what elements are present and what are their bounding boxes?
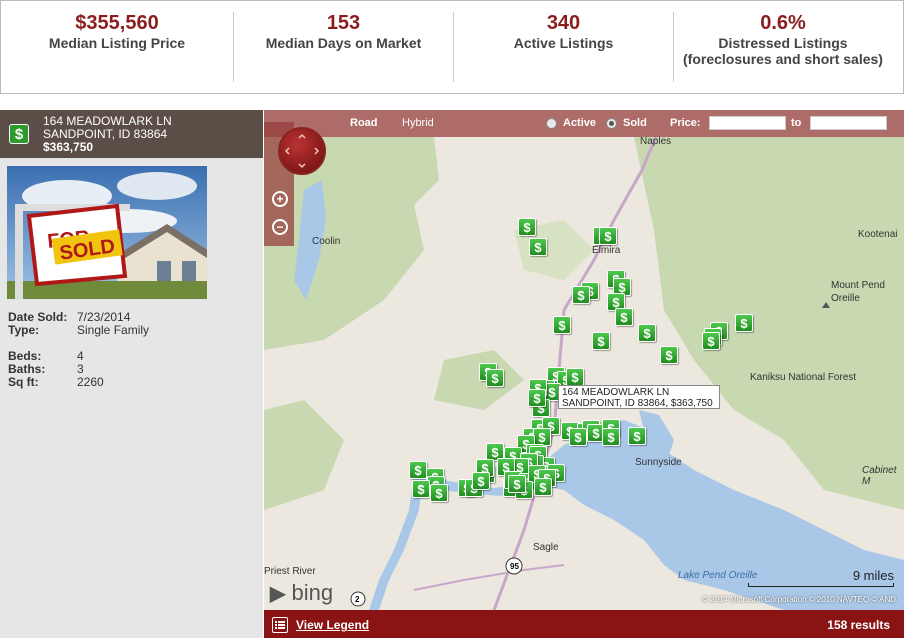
listing-pin-icon[interactable]: $ (572, 286, 590, 304)
price-max-input[interactable] (810, 116, 887, 130)
view-legend-link[interactable]: View Legend (296, 618, 369, 632)
place-sagle: Sagle (533, 542, 559, 553)
map-tooltip: 164 MEADOWLARK LN SANDPOINT, ID 83864, $… (558, 385, 720, 409)
listing-pin-icon[interactable]: $ (702, 332, 720, 350)
highway-95-shield: 95 (510, 562, 519, 571)
listing-pin-icon[interactable]: $ (508, 475, 526, 493)
stat-label: Distressed Listings (foreclosures and sh… (683, 35, 883, 67)
place-elmira: Elmira (592, 245, 621, 256)
listing-pin-icon[interactable]: $ (599, 227, 617, 245)
radio-sold-label: Sold (623, 117, 647, 129)
detail-key-type: Type: (8, 323, 40, 337)
listing-pin-icon[interactable]: $ (602, 428, 620, 446)
detail-value-date-sold: 7/23/2014 (77, 310, 131, 324)
detail-key-sqft: Sq ft: (8, 375, 39, 389)
radio-active-label: Active (563, 117, 597, 129)
divider (673, 12, 674, 82)
detail-value-sqft: 2260 (77, 375, 104, 389)
stat-value: 340 (546, 12, 581, 34)
price-min-input[interactable] (709, 116, 786, 130)
pan-arrows-icon (284, 133, 320, 169)
stat-median-days: 153 Median Days on Market (234, 1, 453, 95)
listing-pin-icon[interactable]: $ (638, 324, 656, 342)
map-copyright: © 2014 Microsoft Corporation © 2010 NAVT… (701, 595, 896, 604)
detail-value-beds: 4 (77, 349, 84, 363)
radio-active[interactable] (546, 118, 557, 129)
property-photo[interactable]: FOR SOLD (7, 166, 207, 299)
map-toolbar: Road Hybrid Active Sold Price: to (264, 110, 904, 137)
radio-sold[interactable] (606, 118, 617, 129)
listing-pin-icon[interactable]: $ (660, 346, 678, 364)
listing-pin-icon[interactable]: $ (412, 480, 430, 498)
pan-control[interactable] (278, 127, 326, 175)
detail-key-beds: Beds: (8, 349, 42, 363)
bing-logo: ▶ bing (270, 580, 333, 606)
listing-pin-icon[interactable]: $ (518, 218, 536, 236)
bing-b-icon: ▶ (270, 583, 286, 605)
legend-list-icon[interactable] (272, 617, 288, 633)
listing-pin-icon[interactable]: $ (528, 389, 546, 407)
zoom-in-icon[interactable]: + (272, 191, 288, 207)
stat-value: 0.6% (760, 12, 806, 34)
stat-label: Median Days on Market (265, 35, 422, 51)
stats-bar: $355,560 Median Listing Price 153 Median… (0, 0, 904, 94)
detail-key-date-sold: Date Sold: (8, 310, 68, 324)
detail-key-baths: Baths: (8, 362, 46, 376)
tooltip-line2: SANDPOINT, ID 83864, $363,750 (562, 398, 713, 409)
tooltip-line1: 164 MEADOWLARK LN (562, 387, 670, 398)
detail-value-baths: 3 (77, 362, 84, 376)
tab-hybrid[interactable]: Hybrid (402, 117, 434, 129)
place-coolin: Coolin (312, 236, 341, 247)
listing-pin-icon[interactable]: $ (592, 332, 610, 350)
map[interactable]: 95 2 Naples Elmira Coolin Kootenai Mount… (264, 110, 904, 610)
property-price: $363,750 (43, 140, 94, 154)
stat-value: 153 (326, 12, 361, 34)
listing-pin-icon[interactable]: $ (534, 478, 552, 496)
tab-road[interactable]: Road (350, 117, 378, 129)
listing-pin-icon[interactable]: $ (628, 427, 646, 445)
place-naples: Naples (640, 136, 672, 147)
listing-pin-icon[interactable]: $ (569, 428, 587, 446)
listing-pin-icon[interactable]: $ (529, 238, 547, 256)
zoom-out-icon[interactable]: − (272, 219, 288, 235)
property-panel: $ 164 MEADOWLARK LN SANDPOINT, ID 83864 … (0, 110, 263, 638)
listing-pin-icon[interactable]: $ (553, 316, 571, 334)
listing-pin-icon[interactable]: $ (735, 314, 753, 332)
listing-pin-icon[interactable]: $ (430, 484, 448, 502)
listing-pin-icon[interactable]: $ (472, 472, 490, 490)
listing-pin-icon[interactable]: $ (409, 461, 427, 479)
place-priest-river: Priest River (264, 566, 316, 577)
map-footer: View Legend 158 results (264, 610, 904, 638)
listing-pin-icon[interactable]: $ (566, 368, 584, 386)
place-kootenai: Kootenai (858, 229, 898, 240)
property-header: $ 164 MEADOWLARK LN SANDPOINT, ID 83864 … (0, 110, 263, 158)
map-terrain: 95 2 (264, 136, 904, 610)
stat-median-price: $355,560 Median Listing Price (1, 1, 233, 95)
place-sunnyside: Sunnyside (635, 457, 682, 468)
stat-value: $355,560 (75, 12, 159, 34)
highway-2-shield: 2 (355, 595, 360, 604)
stat-label: Median Listing Price (48, 35, 186, 51)
price-to-label: to (791, 117, 802, 129)
place-cabinet-m: Cabinet M (862, 465, 897, 487)
dollar-sign-icon: $ (9, 124, 29, 144)
stat-label: Active Listings (513, 35, 614, 51)
bing-text: bing (291, 580, 334, 605)
results-count: 158 results (827, 618, 890, 632)
place-lake-pend-oreille: Lake Pend Oreille (678, 570, 758, 581)
listing-pin-icon[interactable]: $ (615, 308, 633, 326)
scale-label: 9 miles (852, 568, 894, 583)
detail-value-type: Single Family (77, 323, 150, 337)
listing-pin-icon[interactable]: $ (486, 369, 504, 387)
place-kaniksu-forest: Kaniksu National Forest (750, 372, 857, 383)
scale-bar (748, 583, 894, 587)
place-mount-pend-oreille: Mount Pend Oreille (831, 280, 885, 304)
stat-active-listings: 340 Active Listings (454, 1, 673, 95)
price-label: Price: (670, 117, 701, 129)
stat-distressed: 0.6% Distressed Listings (foreclosures a… (683, 1, 883, 95)
